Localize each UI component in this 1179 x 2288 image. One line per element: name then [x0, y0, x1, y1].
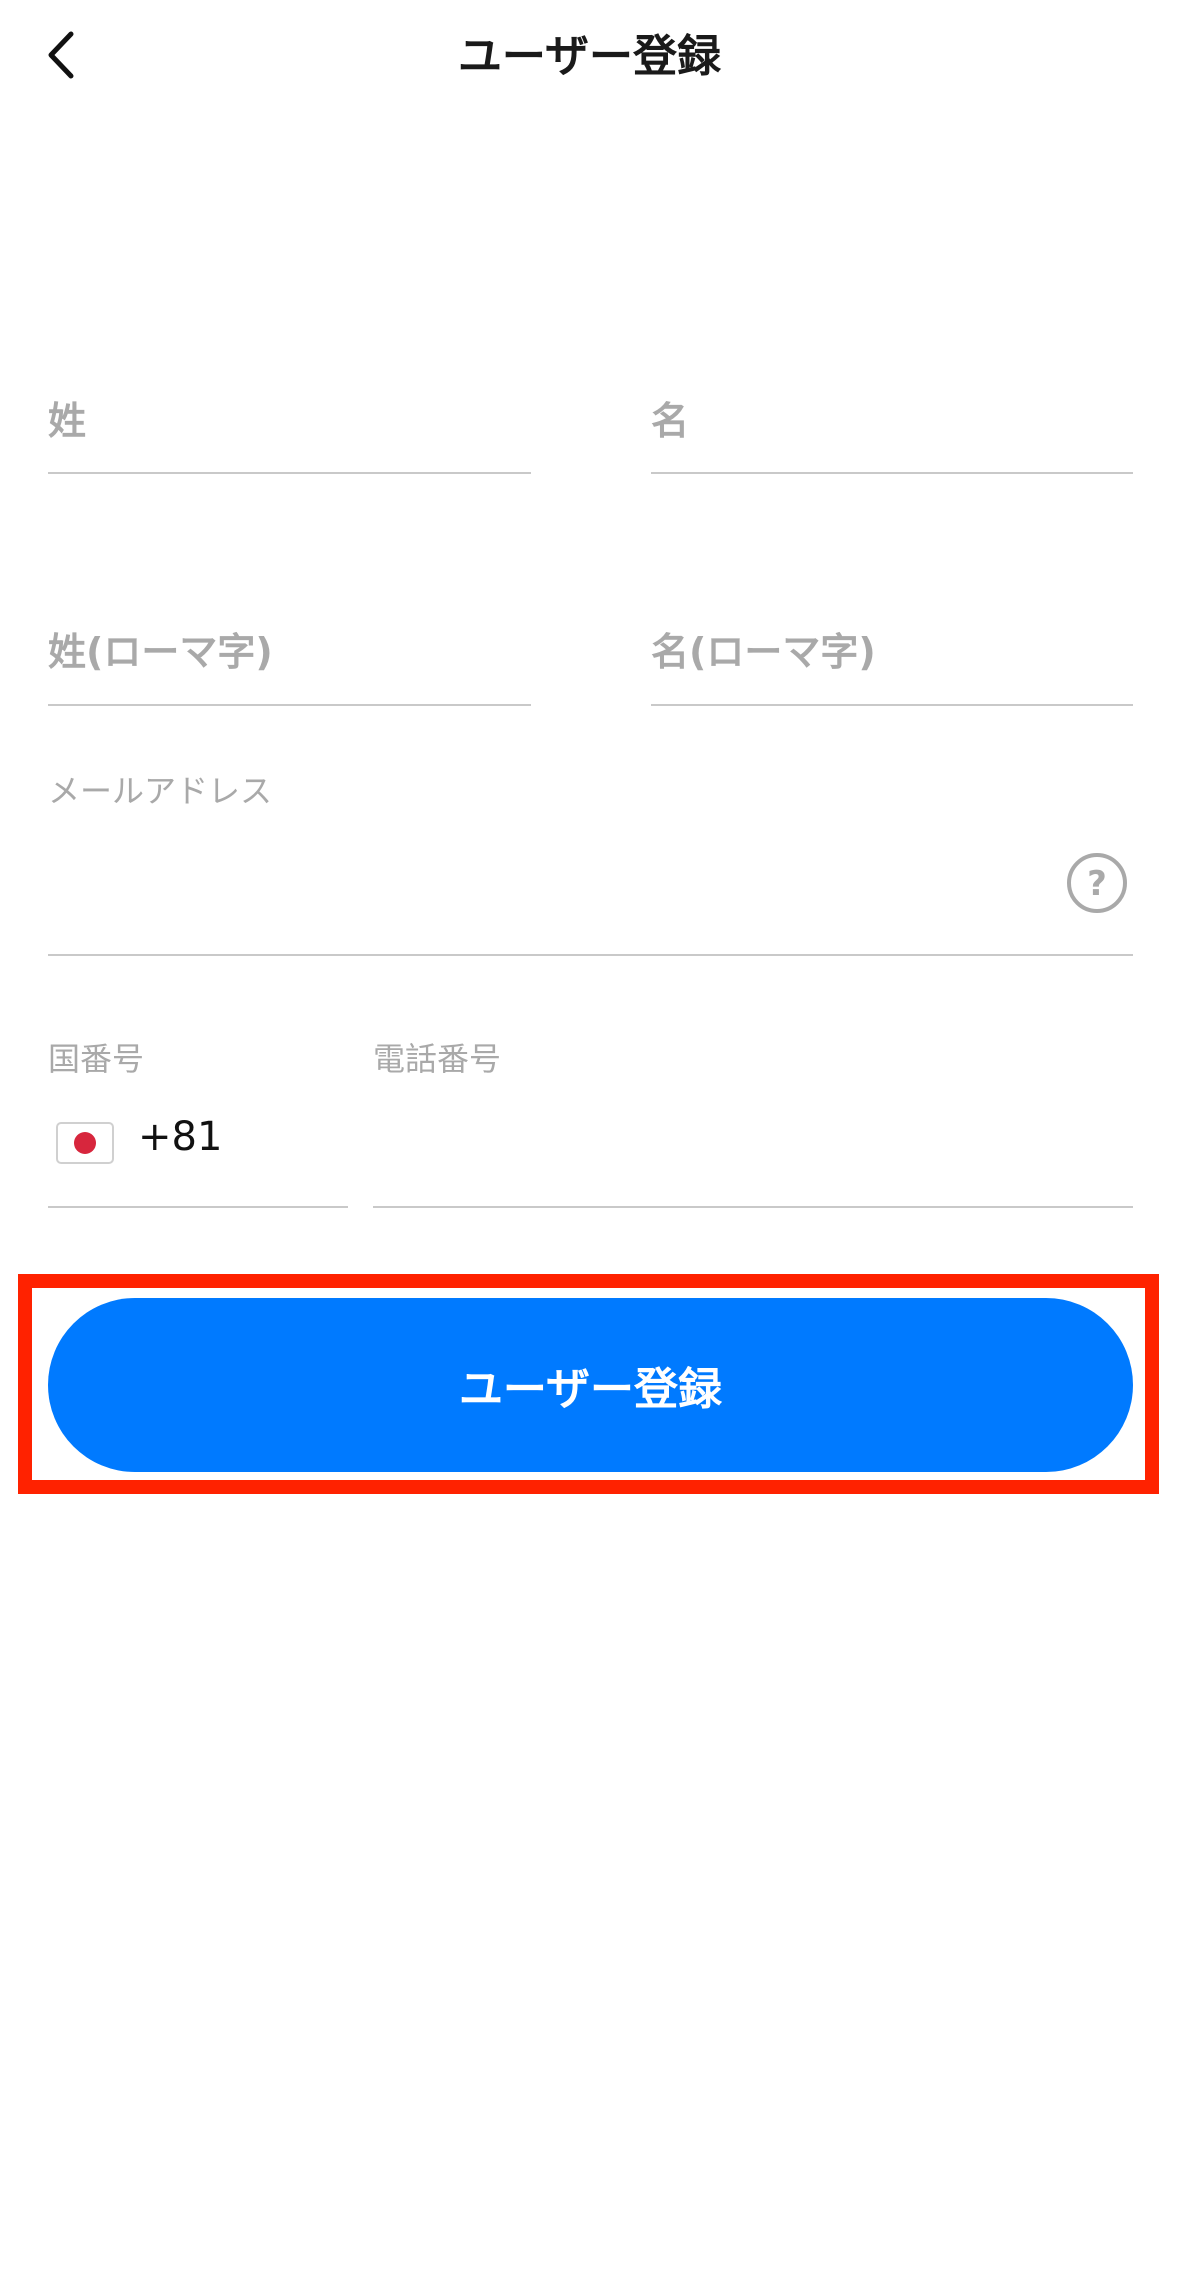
chevron-left-icon: [48, 31, 74, 79]
last-name-roman-field[interactable]: [48, 600, 531, 706]
email-field[interactable]: [48, 830, 1133, 956]
first-name-field[interactable]: [651, 370, 1133, 474]
svg-text:?: ?: [1087, 864, 1107, 904]
register-button[interactable]: ユーザー登録: [48, 1298, 1133, 1472]
last-name-input[interactable]: [48, 370, 531, 472]
back-button[interactable]: [30, 20, 90, 90]
phone-field[interactable]: [373, 1090, 1133, 1208]
japan-flag-icon: [56, 1122, 114, 1164]
country-code-value: +81: [138, 1114, 223, 1160]
country-code-label: 国番号: [48, 1040, 145, 1078]
phone-input[interactable]: [373, 1090, 1133, 1206]
phone-label: 電話番号: [373, 1040, 502, 1078]
question-mark-icon[interactable]: ?: [1066, 852, 1128, 914]
email-label: メールアドレス: [48, 772, 273, 810]
first-name-roman-field[interactable]: [651, 600, 1133, 706]
email-input[interactable]: [48, 830, 1048, 954]
first-name-input[interactable]: [651, 370, 1133, 472]
last-name-roman-input[interactable]: [48, 600, 531, 704]
last-name-field[interactable]: [48, 370, 531, 474]
page-title: ユーザー登録: [457, 31, 722, 82]
first-name-roman-input[interactable]: [651, 600, 1133, 704]
